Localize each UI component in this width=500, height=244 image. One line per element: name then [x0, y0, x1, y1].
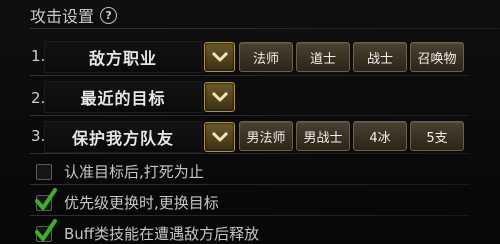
checkmark-icon [35, 218, 57, 241]
option-male-warrior-button[interactable]: 男战士 [296, 121, 350, 151]
buff-after-encounter-checkbox[interactable] [35, 218, 57, 242]
lock-target-checkbox[interactable] [36, 163, 52, 180]
option-mage-button[interactable]: 法师 [239, 42, 293, 72]
lock-target-label: 认准目标后,打死为止 [64, 163, 204, 181]
option-male-mage-button[interactable]: 男法师 [239, 121, 293, 151]
row-divider [30, 75, 470, 76]
target-priority-3-dropdown[interactable] [204, 122, 235, 152]
option-switch-on-priority[interactable]: 优先级更换时,更换目标 [35, 187, 219, 213]
option-summon-button[interactable]: 召唤物 [410, 42, 464, 72]
row-divider [30, 184, 470, 185]
target-priority-2-field: 最近的目标 [44, 81, 202, 113]
option-support-button[interactable]: 5支 [410, 121, 464, 151]
option-warrior-button[interactable]: 战士 [353, 42, 407, 72]
header-divider [30, 28, 500, 29]
option-ice-button[interactable]: 4冰 [353, 121, 407, 151]
chevron-down-icon [211, 92, 228, 102]
section-header: 攻击设置 ? [30, 2, 118, 28]
row-divider [30, 153, 470, 154]
option-taoist-button[interactable]: 道士 [296, 42, 350, 72]
target-priority-1-dropdown[interactable] [204, 42, 235, 72]
chevron-down-icon [211, 52, 228, 62]
row-divider [30, 215, 470, 216]
section-title: 攻击设置 [30, 7, 95, 26]
switch-on-priority-label: 优先级更换时,更换目标 [64, 194, 219, 212]
checkmark-icon [35, 187, 57, 210]
buff-after-encounter-label: Buff类技能在遭遇敌方后释放 [64, 225, 260, 243]
help-icon[interactable]: ? [100, 6, 118, 24]
attack-settings-panel: 攻击设置 ? 1. 敌方职业 法师 道士 战士 召唤物 2. 最近的目标 3. … [0, 0, 500, 244]
target-priority-2-dropdown[interactable] [204, 82, 235, 112]
target-priority-3-field: 保护我方队友 [44, 121, 202, 153]
row-divider [30, 115, 470, 116]
chevron-down-icon [211, 132, 228, 142]
switch-on-priority-checkbox[interactable] [35, 187, 57, 211]
option-buff-after-encounter[interactable]: Buff类技能在遭遇敌方后释放 [35, 218, 260, 244]
option-lock-target[interactable]: 认准目标后,打死为止 [36, 161, 204, 182]
target-priority-1-field: 敌方职业 [44, 41, 202, 73]
